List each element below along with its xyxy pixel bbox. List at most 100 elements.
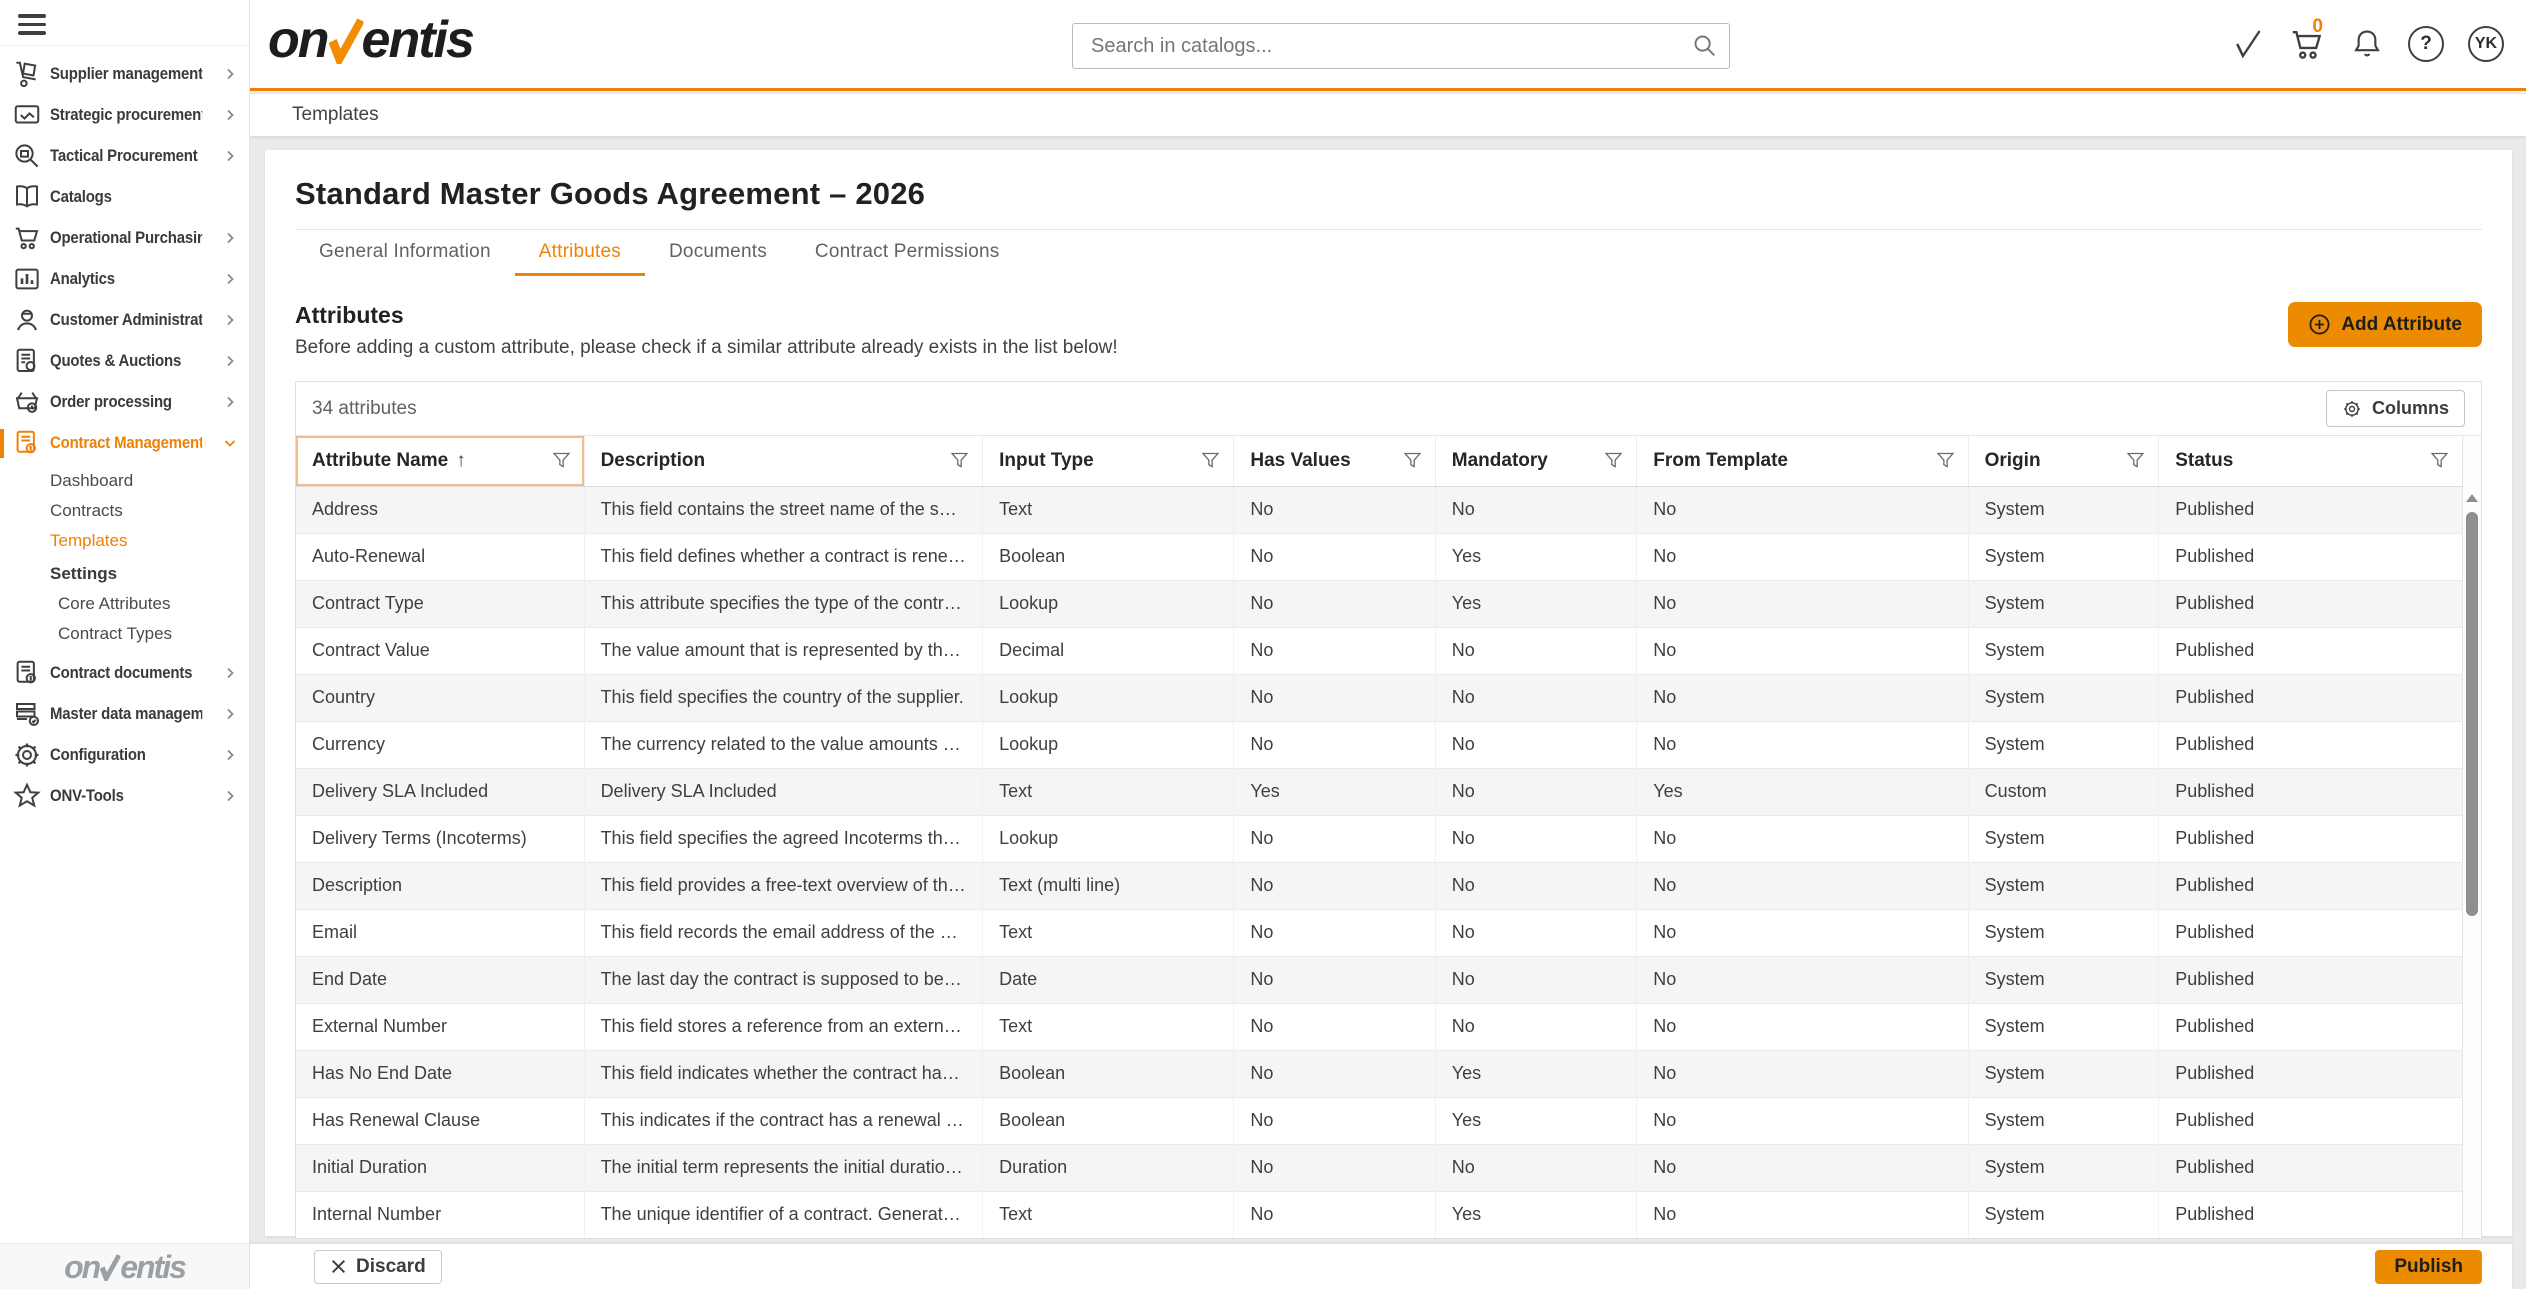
table-row[interactable]: Currency The currency related to the val… — [296, 721, 2462, 768]
sidebar-item-dashboard[interactable]: Dashboard — [0, 466, 249, 496]
sidebar-item-analytics[interactable]: Analytics — [0, 259, 249, 300]
filter-funnel-icon[interactable] — [949, 450, 970, 471]
sidebar-item-order-processing[interactable]: Order processing — [0, 382, 249, 423]
search-icon[interactable] — [1691, 32, 1718, 59]
input-type-cell: Text — [983, 486, 1234, 533]
input-type-cell: Text — [983, 909, 1234, 956]
table-row[interactable]: Email This field records the email addre… — [296, 909, 2462, 956]
add-attribute-button[interactable]: Add Attribute — [2288, 302, 2482, 347]
sidebar-item-label: Contract documents — [50, 663, 202, 683]
origin-cell: System — [1968, 862, 2159, 909]
table-row[interactable]: External Number This field stores a refe… — [296, 1003, 2462, 1050]
scrollbar-thumb[interactable] — [2466, 512, 2478, 916]
onventis-logo[interactable]: on entis — [268, 14, 473, 66]
document-dollar-icon — [10, 658, 44, 688]
filter-funnel-icon[interactable] — [1603, 450, 1624, 471]
table-row[interactable]: Has No End Date This field indicates whe… — [296, 1050, 2462, 1097]
discard-button[interactable]: Discard — [314, 1250, 442, 1284]
sidebar-item-strategic-procurement[interactable]: Strategic procurement — [0, 95, 249, 136]
table-row[interactable]: Initial Duration The initial term repres… — [296, 1144, 2462, 1191]
sidebar-item-label: Customer Administration — [50, 310, 202, 330]
tab-documents[interactable]: Documents — [645, 230, 791, 276]
sort-ascending-icon[interactable]: ↑ — [456, 450, 466, 471]
column-header-from-template[interactable]: From Template — [1637, 436, 1968, 486]
document-dollar-icon — [10, 428, 44, 458]
sidebar-item-quotes-auctions[interactable]: Quotes & Auctions — [0, 341, 249, 382]
attribute-name-cell: Internal Number — [296, 1191, 584, 1238]
sidebar-item-contract-types[interactable]: Contract Types — [0, 619, 249, 649]
from-template-cell: No — [1637, 956, 1968, 1003]
filter-funnel-icon[interactable] — [2429, 450, 2450, 471]
logo-text-pre: on — [268, 14, 328, 66]
filter-funnel-icon[interactable] — [1935, 450, 1956, 471]
from-template-cell: No — [1637, 533, 1968, 580]
publish-label: Publish — [2394, 1256, 2463, 1278]
table-row[interactable]: Contract Type This attribute specifies t… — [296, 580, 2462, 627]
chevron-right-icon — [223, 789, 241, 803]
columns-button[interactable]: Columns — [2326, 390, 2465, 427]
basket-clock-icon — [10, 387, 44, 417]
hamburger-menu-icon[interactable] — [18, 14, 48, 35]
from-template-cell: No — [1637, 721, 1968, 768]
table-row[interactable]: Contract Value The value amount that is … — [296, 627, 2462, 674]
sidebar-item-onv-tools[interactable]: ONV-Tools — [0, 776, 249, 817]
help-icon[interactable]: ? — [2408, 26, 2444, 62]
notifications-bell-icon[interactable] — [2350, 27, 2384, 61]
description-cell: This field specifies the country of the … — [584, 674, 983, 721]
search-input[interactable] — [1072, 23, 1730, 69]
table-row[interactable]: Auto-Renewal This field defines whether … — [296, 533, 2462, 580]
sidebar-item-contract-documents[interactable]: Contract documents — [0, 653, 249, 694]
column-header-description[interactable]: Description — [584, 436, 983, 486]
table-row[interactable]: Address This field contains the street n… — [296, 486, 2462, 533]
sidebar-item-operational-purchasing[interactable]: Operational Purchasing — [0, 218, 249, 259]
filter-funnel-icon[interactable] — [2125, 450, 2146, 471]
column-header-origin[interactable]: Origin — [1968, 436, 2159, 486]
sidebar-item-contracts[interactable]: Contracts — [0, 496, 249, 526]
scroll-up-arrow-icon[interactable] — [2466, 494, 2478, 502]
tab-contract-permissions[interactable]: Contract Permissions — [791, 230, 1024, 276]
tab-general-information[interactable]: General Information — [295, 230, 515, 276]
table-row[interactable]: End Date The last day the contract is su… — [296, 956, 2462, 1003]
cart-icon[interactable]: 0 — [2288, 25, 2326, 63]
sidebar-item-configuration[interactable]: Configuration — [0, 735, 249, 776]
chevron-right-icon — [223, 313, 241, 327]
tab-attributes[interactable]: Attributes — [515, 230, 645, 276]
column-header-input-type[interactable]: Input Type — [983, 436, 1234, 486]
filter-funnel-icon[interactable] — [551, 450, 572, 471]
column-header-mandatory[interactable]: Mandatory — [1435, 436, 1636, 486]
chevron-down-icon — [223, 436, 241, 450]
user-avatar[interactable]: YK — [2468, 26, 2504, 62]
chevron-right-icon — [223, 666, 241, 680]
filter-funnel-icon[interactable] — [1200, 450, 1221, 471]
sidebar-item-master-data-management[interactable]: Master data management — [0, 694, 249, 735]
sidebar-item-customer-administration[interactable]: Customer Administration — [0, 300, 249, 341]
attribute-name-cell: Description — [296, 862, 584, 909]
table-row[interactable]: Delivery SLA Included Delivery SLA Inclu… — [296, 768, 2462, 815]
section-title: Attributes — [295, 302, 1118, 329]
filter-funnel-icon[interactable] — [1402, 450, 1423, 471]
sidebar-item-contract-management[interactable]: Contract Management — [0, 423, 249, 464]
sidebar-item-templates[interactable]: Templates — [0, 526, 249, 556]
column-header-status[interactable]: Status — [2159, 436, 2462, 486]
sidebar-item-tactical-procurement[interactable]: Tactical Procurement — [0, 136, 249, 177]
table-scrollbar[interactable] — [2462, 436, 2481, 1238]
column-header-has-values[interactable]: Has Values — [1234, 436, 1435, 486]
onventis-check-icon[interactable] — [2234, 27, 2264, 61]
sidebar-item-supplier-management[interactable]: Supplier management — [0, 54, 249, 95]
breadcrumb[interactable]: Templates — [292, 104, 379, 126]
column-header-attribute-name[interactable]: Attribute Name↑ — [296, 436, 584, 486]
sidebar-item-core-attributes[interactable]: Core Attributes — [0, 589, 249, 619]
table-row[interactable]: Has Renewal Clause This indicates if the… — [296, 1097, 2462, 1144]
sidebar-item-catalogs[interactable]: Catalogs — [0, 177, 249, 218]
attributes-table: 34 attributes Columns Attribute Name↑ — [295, 381, 2482, 1239]
table-row[interactable]: Description This field provides a free-t… — [296, 862, 2462, 909]
publish-button[interactable]: Publish — [2375, 1250, 2482, 1284]
attribute-name-cell: Has No End Date — [296, 1050, 584, 1097]
table-row[interactable]: Delivery Terms (Incoterms) This field sp… — [296, 815, 2462, 862]
table-row[interactable]: Internal Number The unique identifier of… — [296, 1191, 2462, 1238]
section-hint: Before adding a custom attribute, please… — [295, 337, 1118, 359]
description-cell: The currency related to the value amount… — [584, 721, 983, 768]
table-row[interactable]: Country This field specifies the country… — [296, 674, 2462, 721]
column-label: Mandatory — [1452, 450, 1548, 471]
mandatory-cell: No — [1435, 909, 1636, 956]
